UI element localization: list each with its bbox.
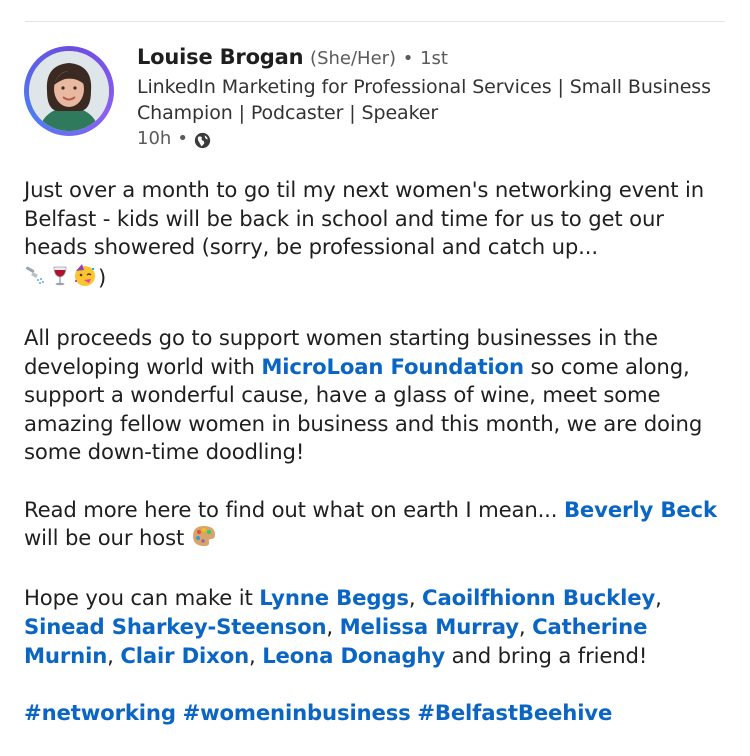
mention-link[interactable]: Beverly Beck: [564, 497, 717, 522]
avatar-ring[interactable]: [24, 46, 114, 136]
hashtags: #networking #womeninbusiness #BelfastBee…: [24, 699, 729, 728]
comma: ,: [518, 613, 533, 639]
post-time: 10h: [137, 128, 172, 149]
shower-icon: [24, 264, 48, 296]
p1-end: ): [98, 264, 107, 290]
globe-icon: [194, 131, 211, 148]
hashtag-link[interactable]: #BelfastBeehive: [417, 700, 612, 725]
comma: ,: [655, 585, 662, 611]
mention-link[interactable]: Caoilfhionn Buckley: [422, 585, 655, 610]
paragraph-3: Read more here to find out what on earth…: [24, 496, 729, 556]
author-headline: LinkedIn Marketing for Professional Serv…: [137, 76, 711, 124]
comma: ,: [249, 642, 263, 668]
separator-dot: •: [177, 128, 188, 149]
p4-text: Hope you can make it: [24, 585, 260, 611]
mention-link[interactable]: Melissa Murray: [340, 614, 519, 639]
mention-link[interactable]: Clair Dixon: [120, 643, 249, 668]
p1-text: Just over a month to go til my next wome…: [24, 177, 704, 260]
p4-text-after: and bring a friend!: [445, 642, 648, 668]
profile-photo: [29, 51, 109, 131]
post-meta: 10h •: [137, 126, 727, 152]
paragraph-4: Hope you can make it Lynne Beggs, Caoilf…: [24, 584, 729, 670]
separator-dot: •: [402, 48, 414, 69]
post-body: Just over a month to go til my next wome…: [24, 176, 729, 756]
comma: ,: [408, 585, 423, 611]
artist-palette-icon: [191, 524, 217, 556]
p3-text-after: will be our host: [24, 525, 185, 551]
comma: ,: [326, 613, 340, 639]
mention-link[interactable]: MicroLoan Foundation: [261, 354, 524, 379]
mention-link[interactable]: Sinead Sharkey-Steenson: [24, 614, 327, 639]
post-header: Louise Brogan (She/Her) • 1st LinkedIn M…: [137, 42, 727, 152]
author-pronouns: (She/Her): [310, 48, 397, 69]
hashtag-link[interactable]: #womeninbusiness: [182, 700, 410, 725]
connection-degree: 1st: [420, 48, 448, 69]
top-divider: [25, 21, 725, 22]
mention-link[interactable]: Leona Donaghy: [262, 643, 445, 668]
paragraph-2: All proceeds go to support women startin…: [24, 324, 729, 467]
author-name[interactable]: Louise Brogan: [137, 45, 304, 69]
avatar[interactable]: [29, 51, 109, 131]
comma: ,: [107, 642, 121, 668]
p3-text: Read more here to find out what on earth…: [24, 496, 564, 522]
wine-glass-icon: [48, 264, 72, 296]
name-line: Louise Brogan (She/Her) • 1st: [137, 42, 727, 74]
mention-link[interactable]: Lynne Beggs: [259, 585, 409, 610]
partying-face-icon: [72, 262, 98, 296]
paragraph-1: Just over a month to go til my next wome…: [24, 176, 729, 295]
hashtag-link[interactable]: #networking: [24, 700, 176, 725]
